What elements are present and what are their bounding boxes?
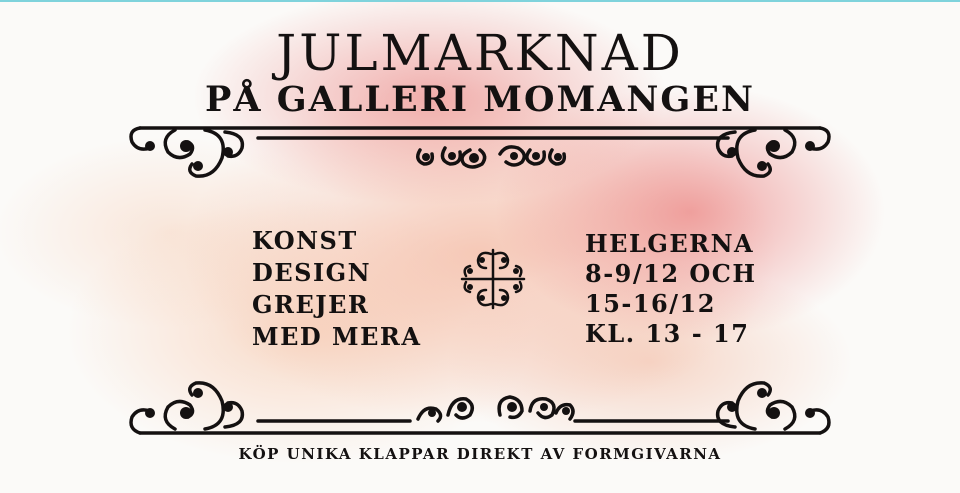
offering-item: KONST [252,226,358,255]
poster-subtitle: PÅ GALLERI MOMANGEN [205,79,755,120]
offering-item: DESIGN [252,258,372,287]
date-item: 15-16/12 [585,289,716,318]
bottom-ornament-divider [129,381,831,435]
poster-footer: KÖP UNIKA KLAPPAR DIREKT AV FORMGIVARNA [238,445,722,463]
center-flourish-icon [460,248,526,310]
top-ornament-divider [129,126,831,178]
date-item: KL. 13 - 17 [585,319,750,348]
offering-item: GREJER [252,290,370,319]
poster: JULMARKNAD PÅ GALLERI MOMANGEN KONST DES… [0,0,960,493]
date-item: 8-9/12 OCH [585,259,757,288]
offerings-list: KONST DESIGN GREJER MED MERA [252,225,421,353]
offering-item: MED MERA [252,322,422,351]
dates-list: HELGERNA 8-9/12 OCH 15-16/12 KL. 13 - 17 [585,229,757,349]
date-item: HELGERNA [585,229,755,258]
poster-title: JULMARKNAD [276,24,684,82]
